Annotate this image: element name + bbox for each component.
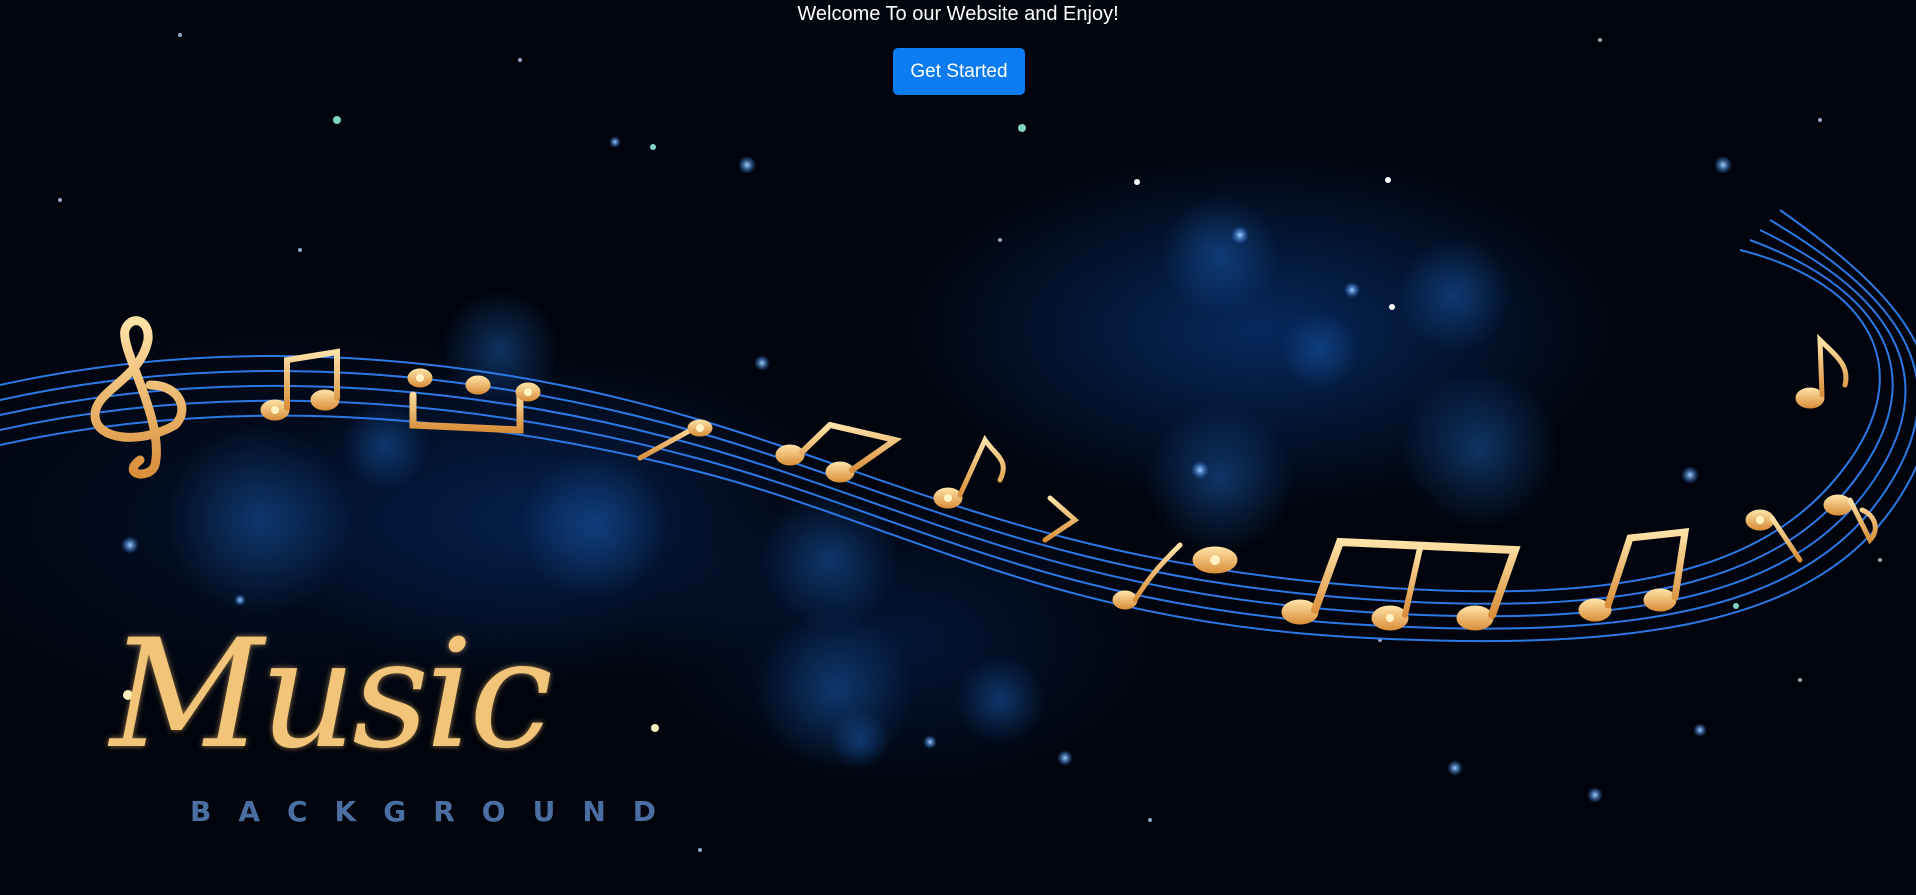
logo-subtitle: BACKGROUND <box>190 795 684 828</box>
logo-title: Music <box>110 608 553 782</box>
welcome-heading: Welcome To our Website and Enjoy! <box>797 3 1119 25</box>
treble-clef <box>90 316 187 479</box>
get-started-button[interactable]: Get Started <box>893 48 1025 95</box>
hero-section: Music BACKGROUND Welcome To our Website … <box>0 0 1916 895</box>
